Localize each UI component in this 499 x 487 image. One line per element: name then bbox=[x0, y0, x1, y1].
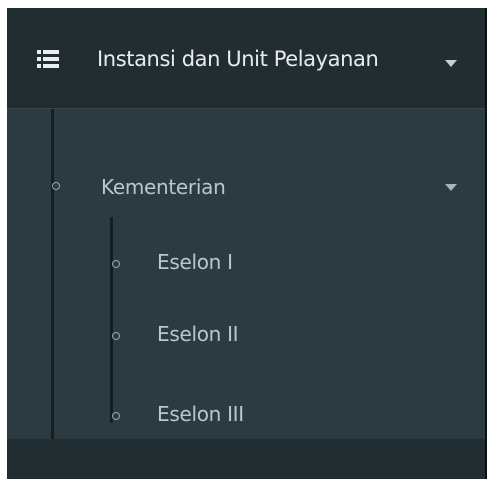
caret-down-icon bbox=[445, 184, 457, 191]
list-icon bbox=[37, 50, 59, 68]
sidebar: Instansi dan Unit Pelayanan Kementerian … bbox=[7, 8, 485, 479]
circle-icon bbox=[112, 412, 120, 420]
sidebar-border bbox=[485, 8, 487, 479]
submenu-item-eselon-ii[interactable]: Eselon II bbox=[7, 309, 485, 359]
submenu-item-eselon-iii[interactable]: Eselon III bbox=[7, 389, 485, 439]
submenu-item-eselon-i[interactable]: Eselon I bbox=[7, 237, 485, 287]
circle-icon bbox=[52, 182, 60, 190]
menu-item-label: Kementerian bbox=[101, 175, 226, 199]
caret-down-icon bbox=[445, 60, 457, 67]
sidebar-header-toggle[interactable]: Instansi dan Unit Pelayanan bbox=[7, 8, 485, 109]
sidebar-footer bbox=[7, 439, 485, 479]
circle-icon bbox=[112, 332, 120, 340]
submenu-item-label: Eselon II bbox=[157, 322, 239, 346]
menu-item-kementerian[interactable]: Kementerian bbox=[7, 162, 485, 212]
sidebar-header-title: Instansi dan Unit Pelayanan bbox=[97, 47, 379, 71]
submenu-item-label: Eselon I bbox=[157, 250, 233, 274]
submenu-item-label: Eselon III bbox=[157, 402, 244, 426]
screenshot-frame: Instansi dan Unit Pelayanan Kementerian … bbox=[0, 0, 499, 487]
circle-icon bbox=[112, 260, 120, 268]
submenu: Kementerian Eselon I Eselon II Eselon II… bbox=[7, 109, 485, 469]
